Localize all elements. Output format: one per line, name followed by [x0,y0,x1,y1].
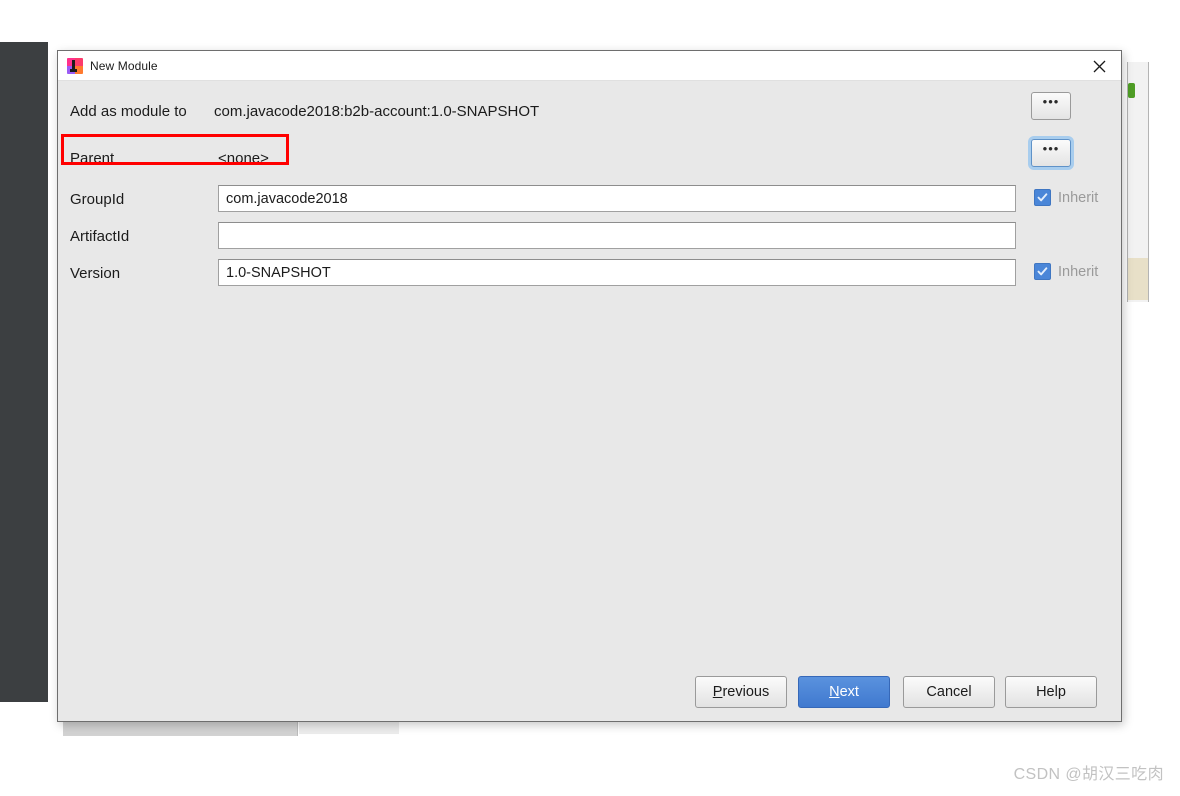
ellipsis-icon: ••• [1042,141,1060,156]
groupid-inherit-checkbox[interactable]: Inherit [1034,189,1098,206]
dialog-body: Add as module to com.javacode2018:b2b-ac… [58,81,1121,722]
screen-root: New Module Add as module to com.javacode… [0,0,1180,796]
groupid-label: GroupId [70,190,125,208]
help-button[interactable]: Help [1005,676,1097,708]
next-mnemonic: N [829,684,840,700]
previous-button[interactable]: Previous [695,676,787,708]
parent-label: Parent [70,149,115,167]
help-label: Help [1036,684,1066,700]
checkmark-icon [1034,189,1051,206]
cancel-button[interactable]: Cancel [903,676,995,708]
cancel-label: Cancel [926,684,972,700]
parent-browse-button[interactable]: ••• [1031,139,1071,167]
parent-value: <none> [218,149,269,167]
intellij-idea-logo-icon [67,57,83,74]
add-as-module-label: Add as module to [70,102,187,120]
checkmark-icon [1034,263,1051,280]
background-taskbar [63,722,298,736]
dialog-title: New Module [90,58,158,73]
csdn-watermark: CSDN @胡汉三吃肉 [1013,766,1164,783]
artifactid-label: ArtifactId [70,227,130,245]
ellipsis-icon: ••• [1042,94,1060,109]
next-button[interactable]: Next [798,676,890,708]
dialog-titlebar: New Module [58,51,1121,81]
parent-row[interactable]: Parent <none> [58,143,1121,173]
add-as-module-browse-button[interactable]: ••• [1031,92,1071,120]
artifactid-input[interactable] [218,222,1016,249]
new-module-dialog: New Module Add as module to com.javacode… [57,50,1122,722]
version-input[interactable] [218,259,1016,286]
groupid-input[interactable] [218,185,1016,212]
background-left-panel [0,42,48,702]
previous-mnemonic: P [712,684,723,700]
add-as-module-value: com.javacode2018:b2b-account:1.0-SNAPSHO… [214,102,540,120]
background-beige-marker [1128,258,1148,300]
add-as-module-row: Add as module to com.javacode2018:b2b-ac… [58,96,1121,126]
version-inherit-label: Inherit [1058,263,1099,280]
background-green-marker-icon [1128,83,1135,98]
close-icon[interactable] [1077,51,1121,81]
groupid-inherit-label: Inherit [1058,189,1099,206]
version-inherit-checkbox[interactable]: Inherit [1034,263,1098,280]
dialog-footer: Previous Next Cancel Help [58,676,1121,710]
background-taskbar-secondary [299,722,399,734]
version-label: Version [70,264,121,282]
